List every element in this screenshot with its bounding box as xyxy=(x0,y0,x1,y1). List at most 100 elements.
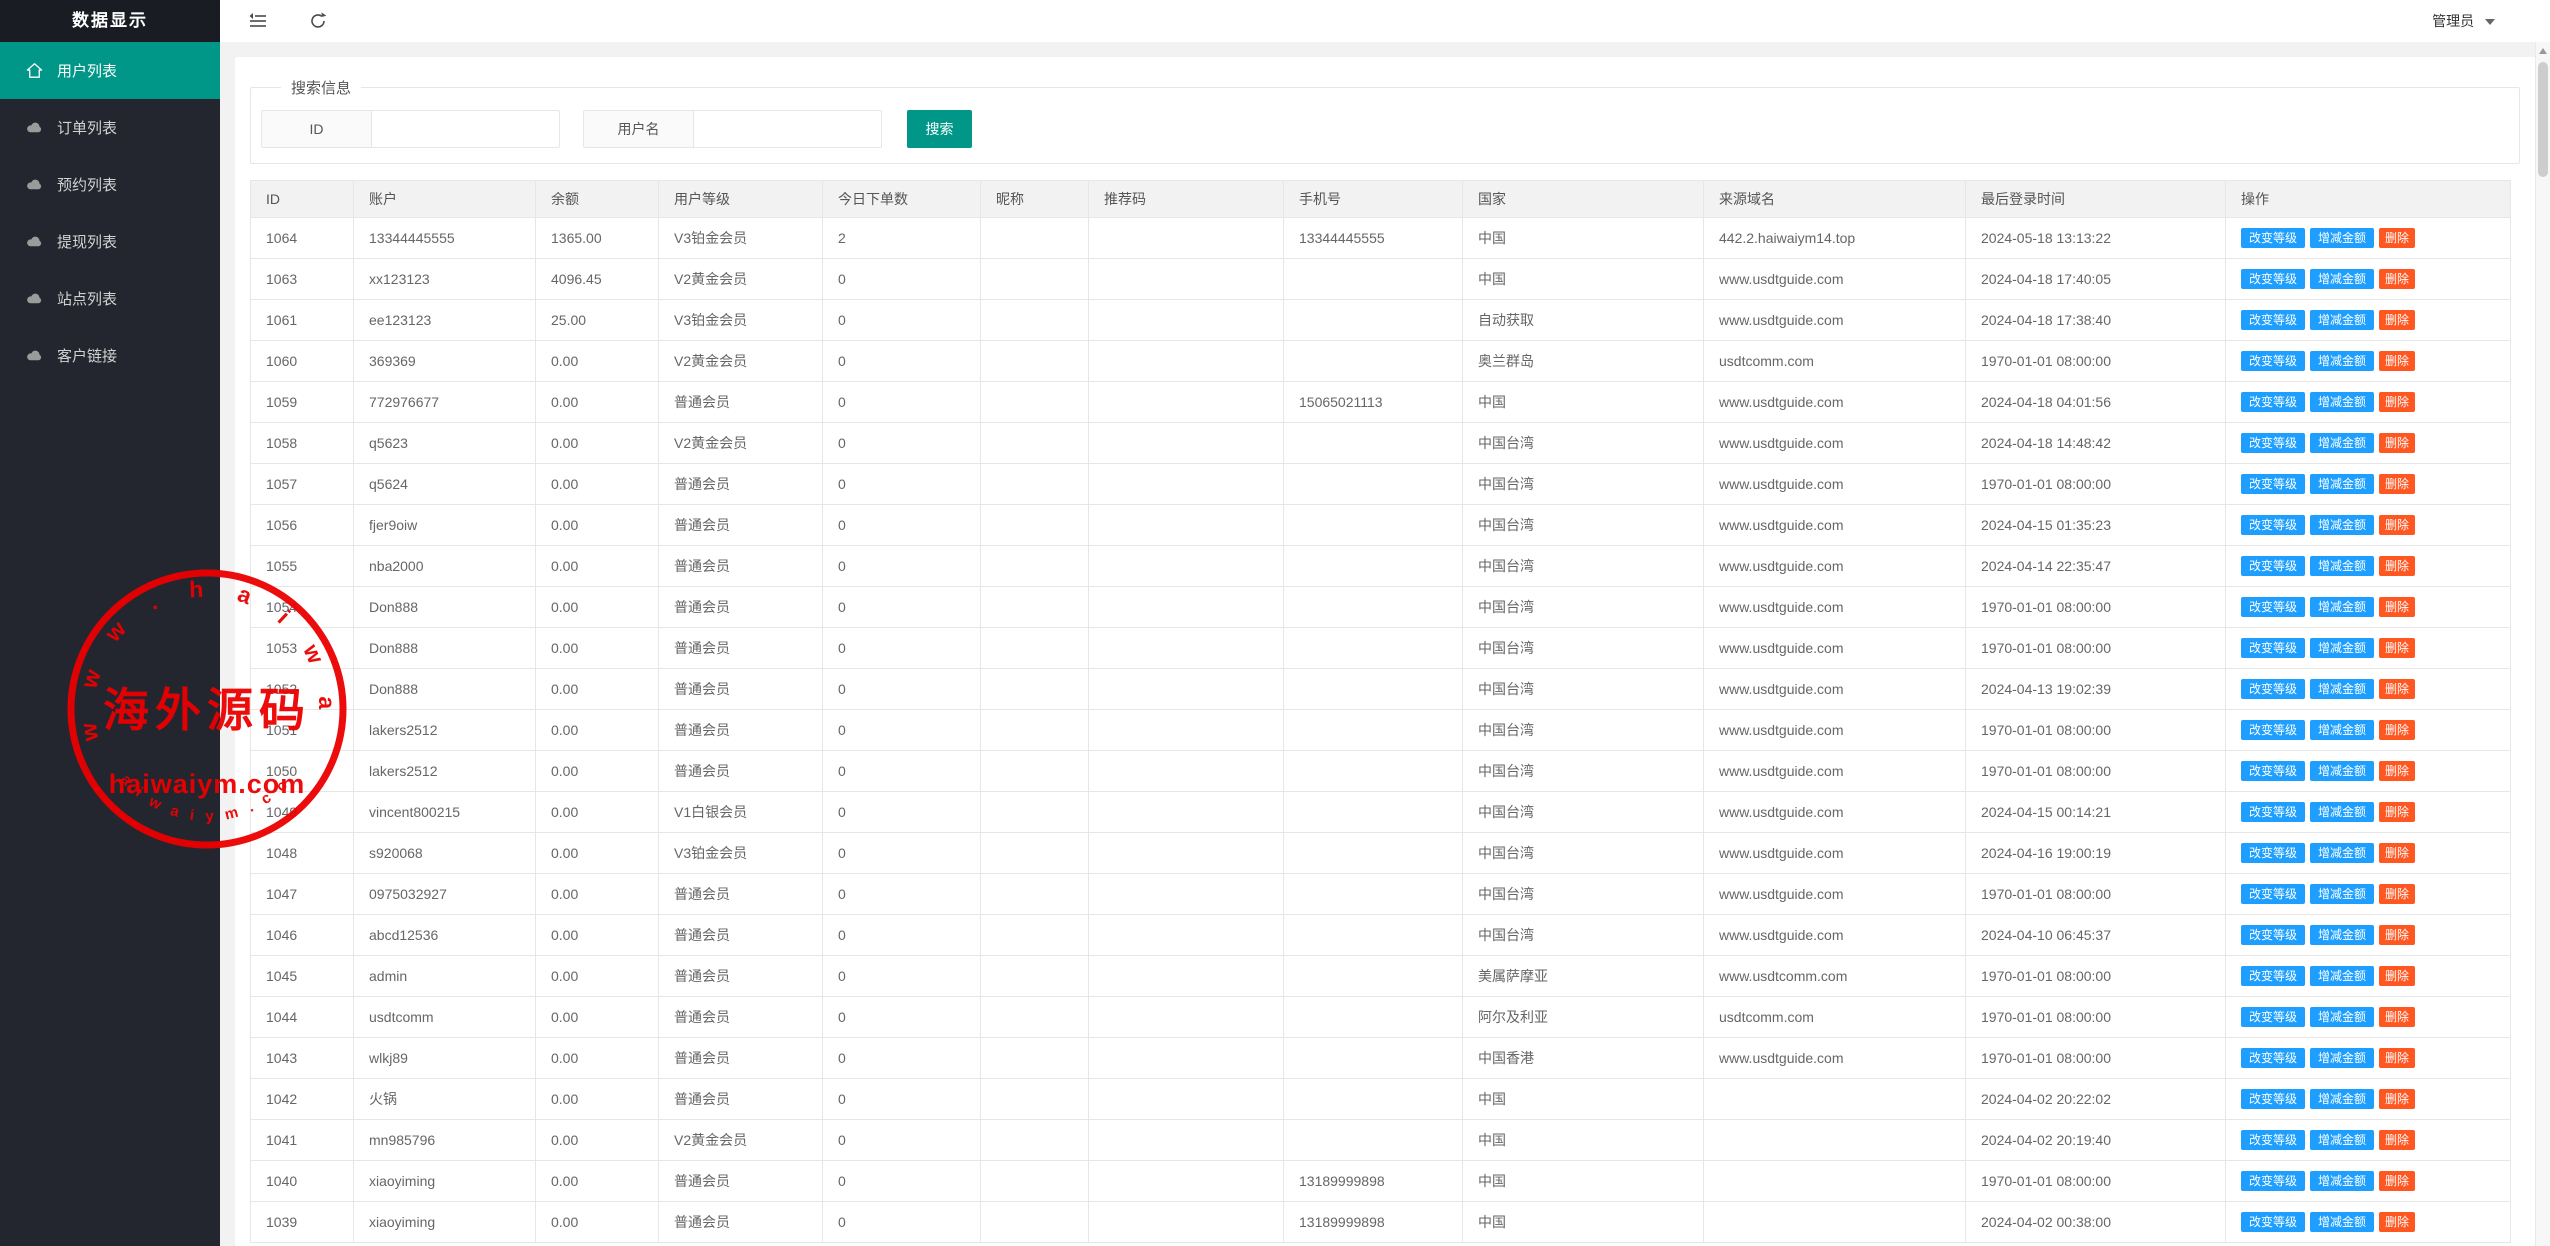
change-level-button[interactable]: 改变等级 xyxy=(2241,1048,2305,1068)
adjust-balance-button[interactable]: 增减金额 xyxy=(2310,310,2374,330)
username-input[interactable] xyxy=(693,110,882,148)
adjust-balance-button[interactable]: 增减金额 xyxy=(2310,474,2374,494)
sidebar-item-reservations[interactable]: 预约列表 xyxy=(0,156,220,213)
change-level-button[interactable]: 改变等级 xyxy=(2241,679,2305,699)
adjust-balance-button[interactable]: 增减金额 xyxy=(2310,1212,2374,1232)
collapse-menu-icon[interactable] xyxy=(248,11,268,31)
adjust-balance-button[interactable]: 增减金额 xyxy=(2310,597,2374,617)
delete-button[interactable]: 删除 xyxy=(2379,1130,2415,1150)
change-level-button[interactable]: 改变等级 xyxy=(2241,515,2305,535)
cell-nickname xyxy=(981,300,1089,341)
delete-button[interactable]: 删除 xyxy=(2379,515,2415,535)
sidebar-item-orders[interactable]: 订单列表 xyxy=(0,99,220,156)
change-level-button[interactable]: 改变等级 xyxy=(2241,925,2305,945)
cell-domain: www.usdtguide.com xyxy=(1704,546,1966,587)
vertical-scrollbar[interactable] xyxy=(2535,42,2550,1246)
adjust-balance-button[interactable]: 增减金额 xyxy=(2310,884,2374,904)
adjust-balance-button[interactable]: 增减金额 xyxy=(2310,966,2374,986)
cell-country: 美属萨摩亚 xyxy=(1463,956,1704,997)
cell-balance: 0.00 xyxy=(536,915,659,956)
scroll-up-arrow-icon[interactable] xyxy=(2539,48,2547,54)
change-level-button[interactable]: 改变等级 xyxy=(2241,966,2305,986)
delete-button[interactable]: 删除 xyxy=(2379,1171,2415,1191)
delete-button[interactable]: 删除 xyxy=(2379,802,2415,822)
adjust-balance-button[interactable]: 增减金额 xyxy=(2310,720,2374,740)
sidebar-item-withdrawals[interactable]: 提现列表 xyxy=(0,213,220,270)
change-level-button[interactable]: 改变等级 xyxy=(2241,884,2305,904)
delete-button[interactable]: 删除 xyxy=(2379,761,2415,781)
delete-button[interactable]: 删除 xyxy=(2379,392,2415,412)
cell-country: 中国台湾 xyxy=(1463,669,1704,710)
adjust-balance-button[interactable]: 增减金额 xyxy=(2310,843,2374,863)
delete-button[interactable]: 删除 xyxy=(2379,433,2415,453)
adjust-balance-button[interactable]: 增减金额 xyxy=(2310,351,2374,371)
change-level-button[interactable]: 改变等级 xyxy=(2241,1171,2305,1191)
cell-account: Don888 xyxy=(354,587,536,628)
adjust-balance-button[interactable]: 增减金额 xyxy=(2310,515,2374,535)
sidebar-item-customer-links[interactable]: 客户链接 xyxy=(0,327,220,384)
sidebar-item-users[interactable]: 用户列表 xyxy=(0,42,220,99)
change-level-button[interactable]: 改变等级 xyxy=(2241,597,2305,617)
delete-button[interactable]: 删除 xyxy=(2379,720,2415,740)
adjust-balance-button[interactable]: 增减金额 xyxy=(2310,228,2374,248)
change-level-button[interactable]: 改变等级 xyxy=(2241,556,2305,576)
adjust-balance-button[interactable]: 增减金额 xyxy=(2310,1130,2374,1150)
delete-button[interactable]: 删除 xyxy=(2379,843,2415,863)
change-level-button[interactable]: 改变等级 xyxy=(2241,1130,2305,1150)
delete-button[interactable]: 删除 xyxy=(2379,310,2415,330)
adjust-balance-button[interactable]: 增减金额 xyxy=(2310,1171,2374,1191)
adjust-balance-button[interactable]: 增减金额 xyxy=(2310,556,2374,576)
adjust-balance-button[interactable]: 增减金额 xyxy=(2310,392,2374,412)
change-level-button[interactable]: 改变等级 xyxy=(2241,269,2305,289)
delete-button[interactable]: 删除 xyxy=(2379,679,2415,699)
adjust-balance-button[interactable]: 增减金额 xyxy=(2310,638,2374,658)
change-level-button[interactable]: 改变等级 xyxy=(2241,1089,2305,1109)
delete-button[interactable]: 删除 xyxy=(2379,269,2415,289)
cell-balance: 0.00 xyxy=(536,833,659,874)
delete-button[interactable]: 删除 xyxy=(2379,1089,2415,1109)
cell-last-login: 2024-04-02 20:22:02 xyxy=(1966,1079,2226,1120)
change-level-button[interactable]: 改变等级 xyxy=(2241,474,2305,494)
change-level-button[interactable]: 改变等级 xyxy=(2241,433,2305,453)
change-level-button[interactable]: 改变等级 xyxy=(2241,802,2305,822)
delete-button[interactable]: 删除 xyxy=(2379,597,2415,617)
cell-ref-code xyxy=(1089,546,1284,587)
delete-button[interactable]: 删除 xyxy=(2379,1048,2415,1068)
delete-button[interactable]: 删除 xyxy=(2379,228,2415,248)
change-level-button[interactable]: 改变等级 xyxy=(2241,1007,2305,1027)
id-input[interactable] xyxy=(371,110,560,148)
adjust-balance-button[interactable]: 增减金额 xyxy=(2310,761,2374,781)
change-level-button[interactable]: 改变等级 xyxy=(2241,228,2305,248)
change-level-button[interactable]: 改变等级 xyxy=(2241,392,2305,412)
change-level-button[interactable]: 改变等级 xyxy=(2241,720,2305,740)
delete-button[interactable]: 删除 xyxy=(2379,884,2415,904)
change-level-button[interactable]: 改变等级 xyxy=(2241,761,2305,781)
scrollbar-thumb[interactable] xyxy=(2538,62,2548,177)
adjust-balance-button[interactable]: 增减金额 xyxy=(2310,1048,2374,1068)
adjust-balance-button[interactable]: 增减金额 xyxy=(2310,925,2374,945)
change-level-button[interactable]: 改变等级 xyxy=(2241,843,2305,863)
change-level-button[interactable]: 改变等级 xyxy=(2241,351,2305,371)
delete-button[interactable]: 删除 xyxy=(2379,1007,2415,1027)
cloud-icon xyxy=(24,175,44,195)
delete-button[interactable]: 删除 xyxy=(2379,1212,2415,1232)
change-level-button[interactable]: 改变等级 xyxy=(2241,1212,2305,1232)
sidebar-item-sites[interactable]: 站点列表 xyxy=(0,270,220,327)
adjust-balance-button[interactable]: 增减金额 xyxy=(2310,433,2374,453)
change-level-button[interactable]: 改变等级 xyxy=(2241,310,2305,330)
admin-dropdown[interactable]: 管理员 xyxy=(2432,0,2495,42)
adjust-balance-button[interactable]: 增减金额 xyxy=(2310,679,2374,699)
adjust-balance-button[interactable]: 增减金额 xyxy=(2310,269,2374,289)
delete-button[interactable]: 删除 xyxy=(2379,925,2415,945)
adjust-balance-button[interactable]: 增减金额 xyxy=(2310,1007,2374,1027)
delete-button[interactable]: 删除 xyxy=(2379,556,2415,576)
delete-button[interactable]: 删除 xyxy=(2379,638,2415,658)
change-level-button[interactable]: 改变等级 xyxy=(2241,638,2305,658)
refresh-icon[interactable] xyxy=(308,11,328,31)
adjust-balance-button[interactable]: 增减金额 xyxy=(2310,802,2374,822)
search-button[interactable]: 搜索 xyxy=(907,110,972,148)
adjust-balance-button[interactable]: 增减金额 xyxy=(2310,1089,2374,1109)
delete-button[interactable]: 删除 xyxy=(2379,474,2415,494)
delete-button[interactable]: 删除 xyxy=(2379,351,2415,371)
delete-button[interactable]: 删除 xyxy=(2379,966,2415,986)
